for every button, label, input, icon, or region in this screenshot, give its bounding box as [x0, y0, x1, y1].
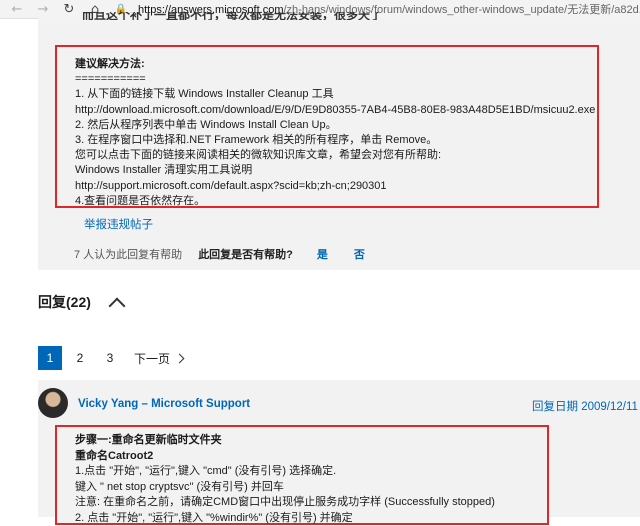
helpful-row: 7 人认为此回复有帮助 此回复是否有帮助? 是 否 — [74, 246, 365, 262]
page-1-button[interactable]: 1 — [38, 346, 62, 370]
reply-date: 回复日期 2009/12/11 — [532, 398, 638, 414]
helpful-question: 此回复是否有帮助? — [198, 246, 293, 262]
replies-title: 回复(22) — [38, 292, 91, 312]
text-line: 重命名Catroot2 — [75, 449, 495, 465]
page-2-button[interactable]: 2 — [68, 346, 92, 370]
text-line: 1.点击 "开始", "运行",键入 "cmd" (没有引号) 选择确定. — [75, 464, 495, 480]
next-page-label: 下一页 — [134, 350, 170, 367]
chevron-up-icon[interactable] — [108, 298, 125, 315]
next-page-button[interactable]: 下一页 — [134, 350, 183, 367]
text-line: 1. 从下面的链接下载 Windows Installer Cleanup 工具 — [75, 87, 595, 102]
reply-author[interactable]: Vicky Yang – Microsoft Support — [78, 398, 250, 410]
text-line: 2. 然后从程序列表中单击 Windows Install Clean Up。 — [75, 118, 595, 133]
post-text-cut: 而且这个补丁一直都不行，每次都是无法安装，很多天了 — [82, 12, 382, 20]
text-line: 您可以点击下面的链接来阅读相关的微软知识库文章，希望会对您有所帮助: — [75, 148, 595, 163]
avatar[interactable] — [38, 388, 68, 418]
helpful-yes-button[interactable]: 是 — [317, 246, 328, 262]
solution-highlight-box: 建议解决方法:===========1. 从下面的链接下载 Windows In… — [55, 45, 599, 208]
text-line: Windows Installer 清理实用工具说明 — [75, 163, 595, 178]
forward-icon[interactable]: → — [34, 1, 52, 17]
reply-text: 步骤一:重命名更新临时文件夹重命名Catroot21.点击 "开始", "运行"… — [75, 433, 495, 526]
reply-highlight-box: 步骤一:重命名更新临时文件夹重命名Catroot21.点击 "开始", "运行"… — [55, 425, 549, 525]
text-line: 注意: 在重命名之前，请确定CMD窗口中出现停止服务成功字样 (Successf… — [75, 495, 495, 511]
back-icon[interactable]: ← — [8, 1, 26, 17]
text-line: http://support.microsoft.com/default.asp… — [75, 179, 595, 194]
chevron-right-icon — [175, 353, 185, 363]
replies-header[interactable]: 回复(22) — [38, 292, 123, 312]
report-abuse-link[interactable]: 举报违规帖子 — [84, 216, 153, 232]
pagination: 1 2 3 下一页 — [38, 346, 183, 370]
page-3-button[interactable]: 3 — [98, 346, 122, 370]
text-line: 建议解决方法: — [75, 57, 595, 72]
text-line: =========== — [75, 72, 595, 87]
text-line: 步骤一:重命名更新临时文件夹 — [75, 433, 495, 449]
solution-text: 建议解决方法:===========1. 从下面的链接下载 Windows In… — [75, 57, 595, 209]
refresh-icon[interactable]: ↻ — [60, 1, 78, 17]
text-line: 3. 在程序窗口中选择和.NET Framework 相关的所有程序，单击 Re… — [75, 133, 595, 148]
helpful-no-button[interactable]: 否 — [354, 246, 365, 262]
text-line: 2. 点击 "开始", "运行",键入 "%windir%" (没有引号) 并确… — [75, 511, 495, 526]
text-line: 4.查看问题是否依然存在。 — [75, 194, 595, 209]
helpful-count: 7 人认为此回复有帮助 — [74, 246, 182, 262]
text-line: http://download.microsoft.com/download/E… — [75, 103, 595, 118]
text-line: 键入 " net stop cryptsvc" (没有引号) 并回车 — [75, 480, 495, 496]
